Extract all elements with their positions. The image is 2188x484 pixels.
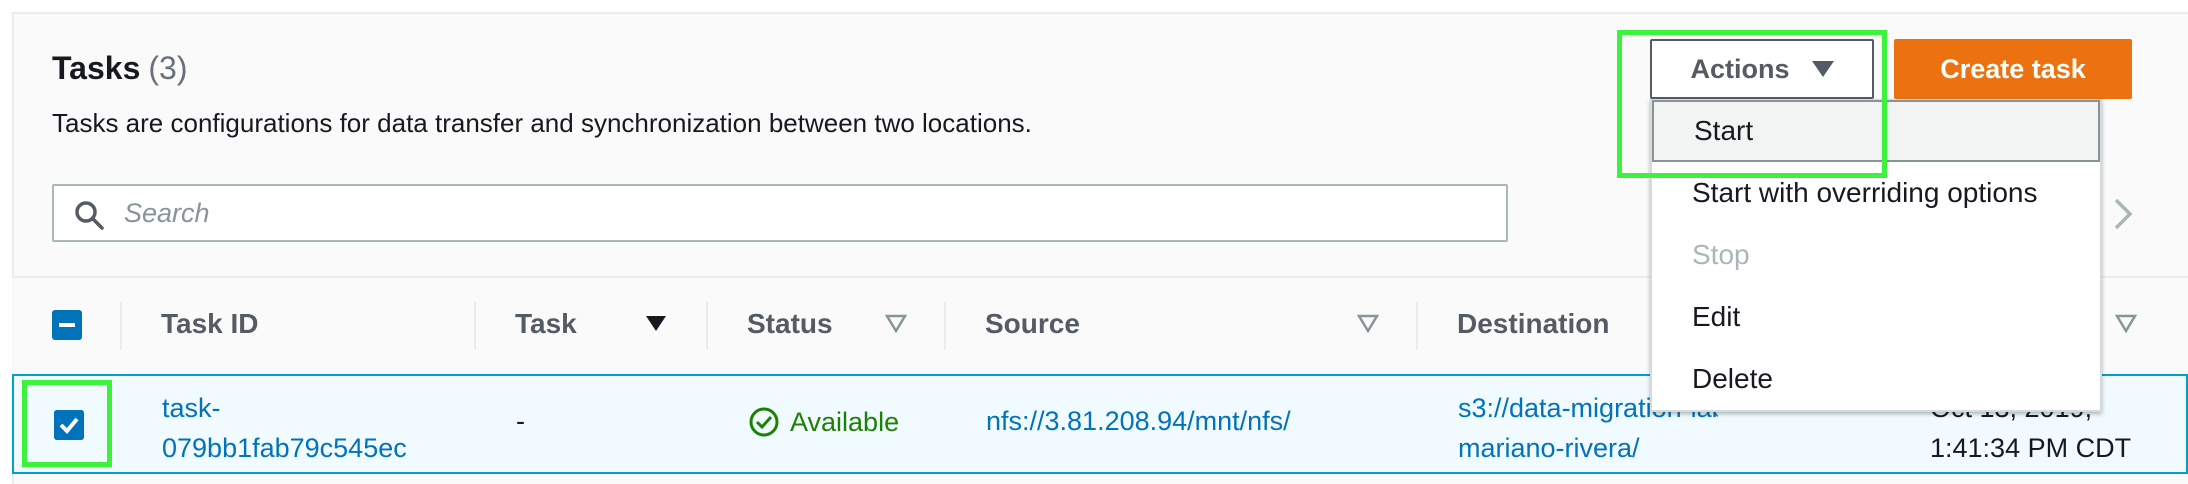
menu-item-stop: Stop [1692,239,1750,270]
title-text: Tasks [52,50,141,86]
menu-item-start[interactable]: Start [1652,100,2100,162]
page-title: Tasks (3) [52,50,187,87]
actions-dropdown-menu: Start Start with overriding options Stop… [1650,99,2102,412]
column-divider [944,302,946,350]
check-circle-icon [749,407,779,437]
page-description: Tasks are configurations for data transf… [52,108,1032,138]
chevron-right-icon[interactable] [2112,196,2136,232]
source-link[interactable]: nfs://3.81.208.94/mnt/nfs/ [986,406,1291,437]
checkbox-indeterminate-icon[interactable] [52,310,82,340]
sort-icon[interactable] [885,314,907,334]
column-header-source[interactable]: Source [985,308,1080,340]
search-box[interactable] [52,184,1508,242]
column-divider [474,302,476,350]
create-task-button[interactable]: Create task [1894,39,2132,99]
status-badge: Available [748,406,899,438]
sort-icon[interactable] [2115,314,2137,334]
caret-down-icon [1811,61,1834,77]
actions-button[interactable]: Actions [1650,39,1874,99]
create-task-label: Create task [1940,53,2086,84]
task-name: - [516,406,525,436]
search-input[interactable] [122,192,1482,234]
column-divider [1416,302,1418,350]
menu-item-start-with-overriding-options[interactable]: Start with overriding options [1652,162,2100,224]
column-header-task[interactable]: Task [515,308,577,340]
column-header-status[interactable]: Status [747,308,833,340]
column-divider [120,302,122,350]
task-id-link[interactable]: task- 079bb1fab79c545ec [162,388,407,468]
task-count: (3) [148,50,188,86]
status-text: Available [790,406,900,437]
task-id-line1: task- [162,393,221,423]
menu-item-edit[interactable]: Edit [1652,286,2100,348]
actions-label: Actions [1690,53,1790,84]
menu-item-delete[interactable]: Delete [1652,348,2100,410]
created-line2: 1:41:34 PM CDT [1930,433,2132,463]
task-id-line2: 079bb1fab79c545ec [162,433,407,463]
sort-descending-icon[interactable] [646,316,666,331]
sort-icon[interactable] [1357,314,1379,334]
column-divider [706,302,708,350]
column-header-destination[interactable]: Destination [1457,308,1609,340]
search-icon [75,201,104,230]
destination-line2: mariano-rivera/ [1458,433,1640,463]
checkbox-checked-icon[interactable] [54,410,84,440]
column-header-task-id[interactable]: Task ID [161,308,259,340]
